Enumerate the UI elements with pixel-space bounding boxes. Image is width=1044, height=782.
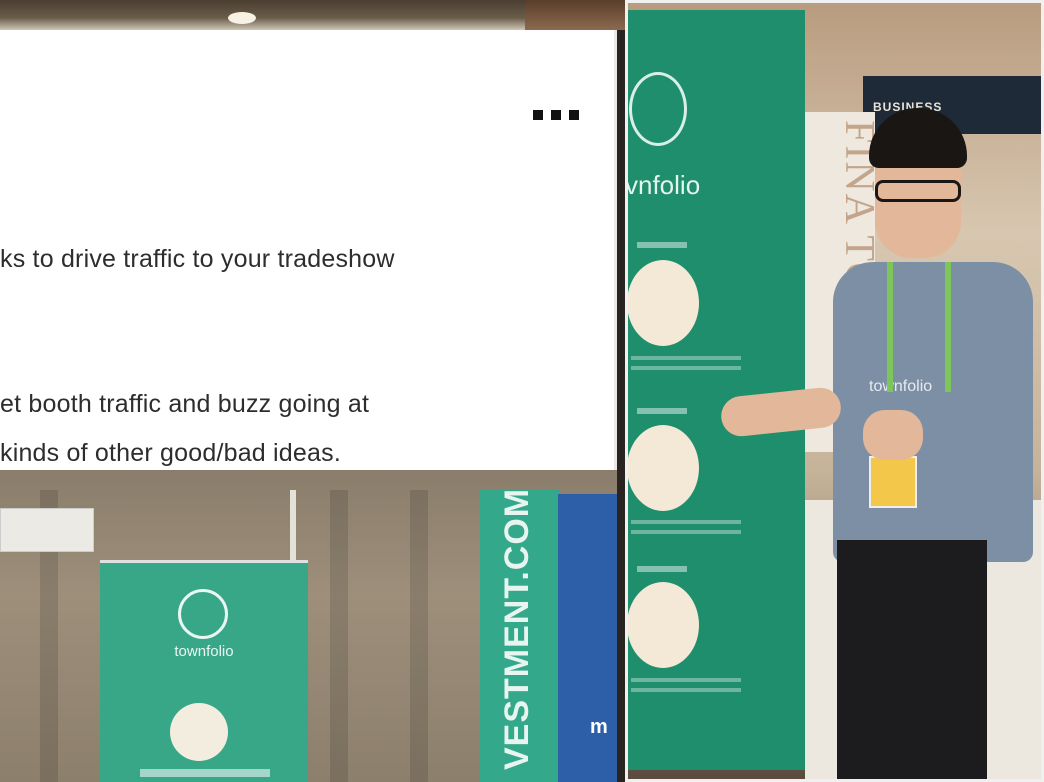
- blue-banner: [558, 494, 617, 782]
- booth-photo[interactable]: townfolio VESTMENT.COM m: [0, 470, 617, 782]
- dot-icon: [569, 110, 579, 120]
- post-text-line-3: kinds of other good/bad ideas.: [0, 439, 341, 467]
- person-photo[interactable]: BUSINESS FINA TOGA vnfolio townfolio: [625, 0, 1044, 782]
- dot-icon: [533, 110, 543, 120]
- wall-panel: [0, 508, 94, 552]
- post-card: ks to drive traffic to your tradeshow et…: [0, 30, 617, 470]
- townfolio-banner: townfolio: [100, 560, 308, 782]
- dot-icon: [551, 110, 561, 120]
- banner-caption: [140, 769, 270, 777]
- townfolio-logo-icon: [178, 589, 228, 639]
- photo-ceiling-right: [525, 0, 635, 30]
- curtain-fold: [410, 490, 428, 782]
- photo-ceiling: [0, 0, 525, 30]
- post-text-line-1: ks to drive traffic to your tradeshow: [0, 245, 395, 273]
- photo-frame: [625, 0, 1044, 782]
- funnel-icon: [170, 703, 228, 761]
- curtain-fold: [330, 490, 348, 782]
- ceiling-light: [228, 12, 256, 24]
- banner-brand-text: townfolio: [174, 643, 234, 660]
- blue-banner-text: m: [590, 716, 608, 738]
- more-horizontal-icon[interactable]: [533, 110, 587, 122]
- vestment-banner-text: VESTMENT.COM: [498, 487, 536, 770]
- post-text-line-2: et booth traffic and buzz going at: [0, 390, 370, 418]
